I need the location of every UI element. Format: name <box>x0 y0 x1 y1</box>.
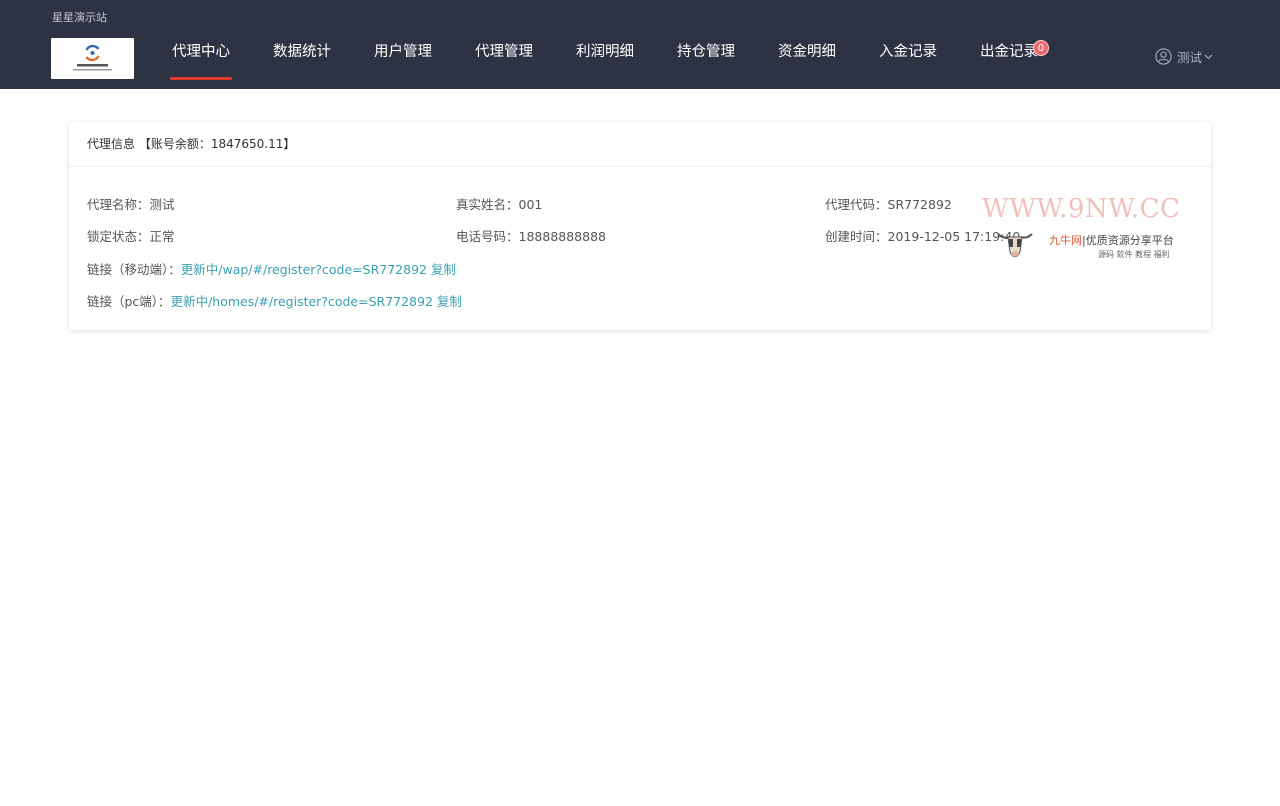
nav-user-management[interactable]: 用户管理 <box>360 30 446 89</box>
pc-link-row: 链接（pc端）：更新中/homes/#/register?code=SR7728… <box>87 294 462 309</box>
watermark-slogan: 九牛网|优质资源分享平台 <box>1049 234 1174 247</box>
agent-name-row: 代理名称：测试 <box>87 197 175 212</box>
nav-deposit-records[interactable]: 入金记录 <box>865 30 951 89</box>
cow-logo-icon <box>997 233 1033 257</box>
user-name: 测试 <box>1177 50 1203 65</box>
nav-fund-detail[interactable]: 资金明细 <box>764 30 850 89</box>
nav-agent-management[interactable]: 代理管理 <box>461 30 547 89</box>
lock-status-row: 锁定状态：正常 <box>87 229 175 244</box>
watermark-text: WWW.9NW.CC <box>982 194 1181 224</box>
site-logo[interactable] <box>51 38 134 79</box>
nav-profit-detail[interactable]: 利润明细 <box>562 30 648 89</box>
pc-register-link[interactable]: 更新中/homes/#/register?code=SR772892 <box>171 294 433 309</box>
lock-status-value: 正常 <box>149 229 175 244</box>
nav-agent-center[interactable]: 代理中心 <box>158 30 244 89</box>
site-name: 星星演示站 <box>52 11 107 24</box>
mobile-register-link[interactable]: 更新中/wap/#/register?code=SR772892 <box>181 262 427 277</box>
nav-position-management[interactable]: 持仓管理 <box>663 30 749 89</box>
nav-withdraw-records[interactable]: 出金记录 0 <box>966 30 1052 89</box>
nav-data-stats[interactable]: 数据统计 <box>259 30 345 89</box>
real-name-value: 001 <box>518 197 543 212</box>
card-title: 代理信息 【账号余额：1847650.11】 <box>69 122 1211 167</box>
withdraw-count-badge: 0 <box>1033 40 1049 56</box>
agent-code-row: 代理代码：SR772892 <box>825 197 952 212</box>
agent-code-value: SR772892 <box>887 197 952 212</box>
agent-name-value: 测试 <box>149 197 175 212</box>
user-menu[interactable]: 测试 <box>1155 47 1213 66</box>
main-nav: 代理中心 数据统计 用户管理 代理管理 利润明细 持仓管理 资金明细 入金记录 … <box>158 30 1067 89</box>
phone-row: 电话号码：18888888888 <box>456 229 606 244</box>
user-circle-icon <box>1155 48 1172 65</box>
chevron-down-icon <box>1204 54 1213 59</box>
watermark: WWW.9NW.CC 九牛网|优质资源分享平台 源码 软件 教程 福利 <box>982 194 1182 264</box>
mobile-link-row: 链接（移动端）：更新中/wap/#/register?code=SR772892… <box>87 262 457 277</box>
phone-value: 18888888888 <box>518 229 606 244</box>
top-header: 星星演示站 代理中心 数据统计 用户管理 代理管理 利润明细 持仓管理 资金明细… <box>0 0 1280 89</box>
watermark-tags: 源码 软件 教程 福利 <box>1098 250 1170 259</box>
copy-pc-link-button[interactable]: 复制 <box>437 294 462 309</box>
copy-mobile-link-button[interactable]: 复制 <box>431 262 456 277</box>
real-name-row: 真实姓名：001 <box>456 197 543 212</box>
